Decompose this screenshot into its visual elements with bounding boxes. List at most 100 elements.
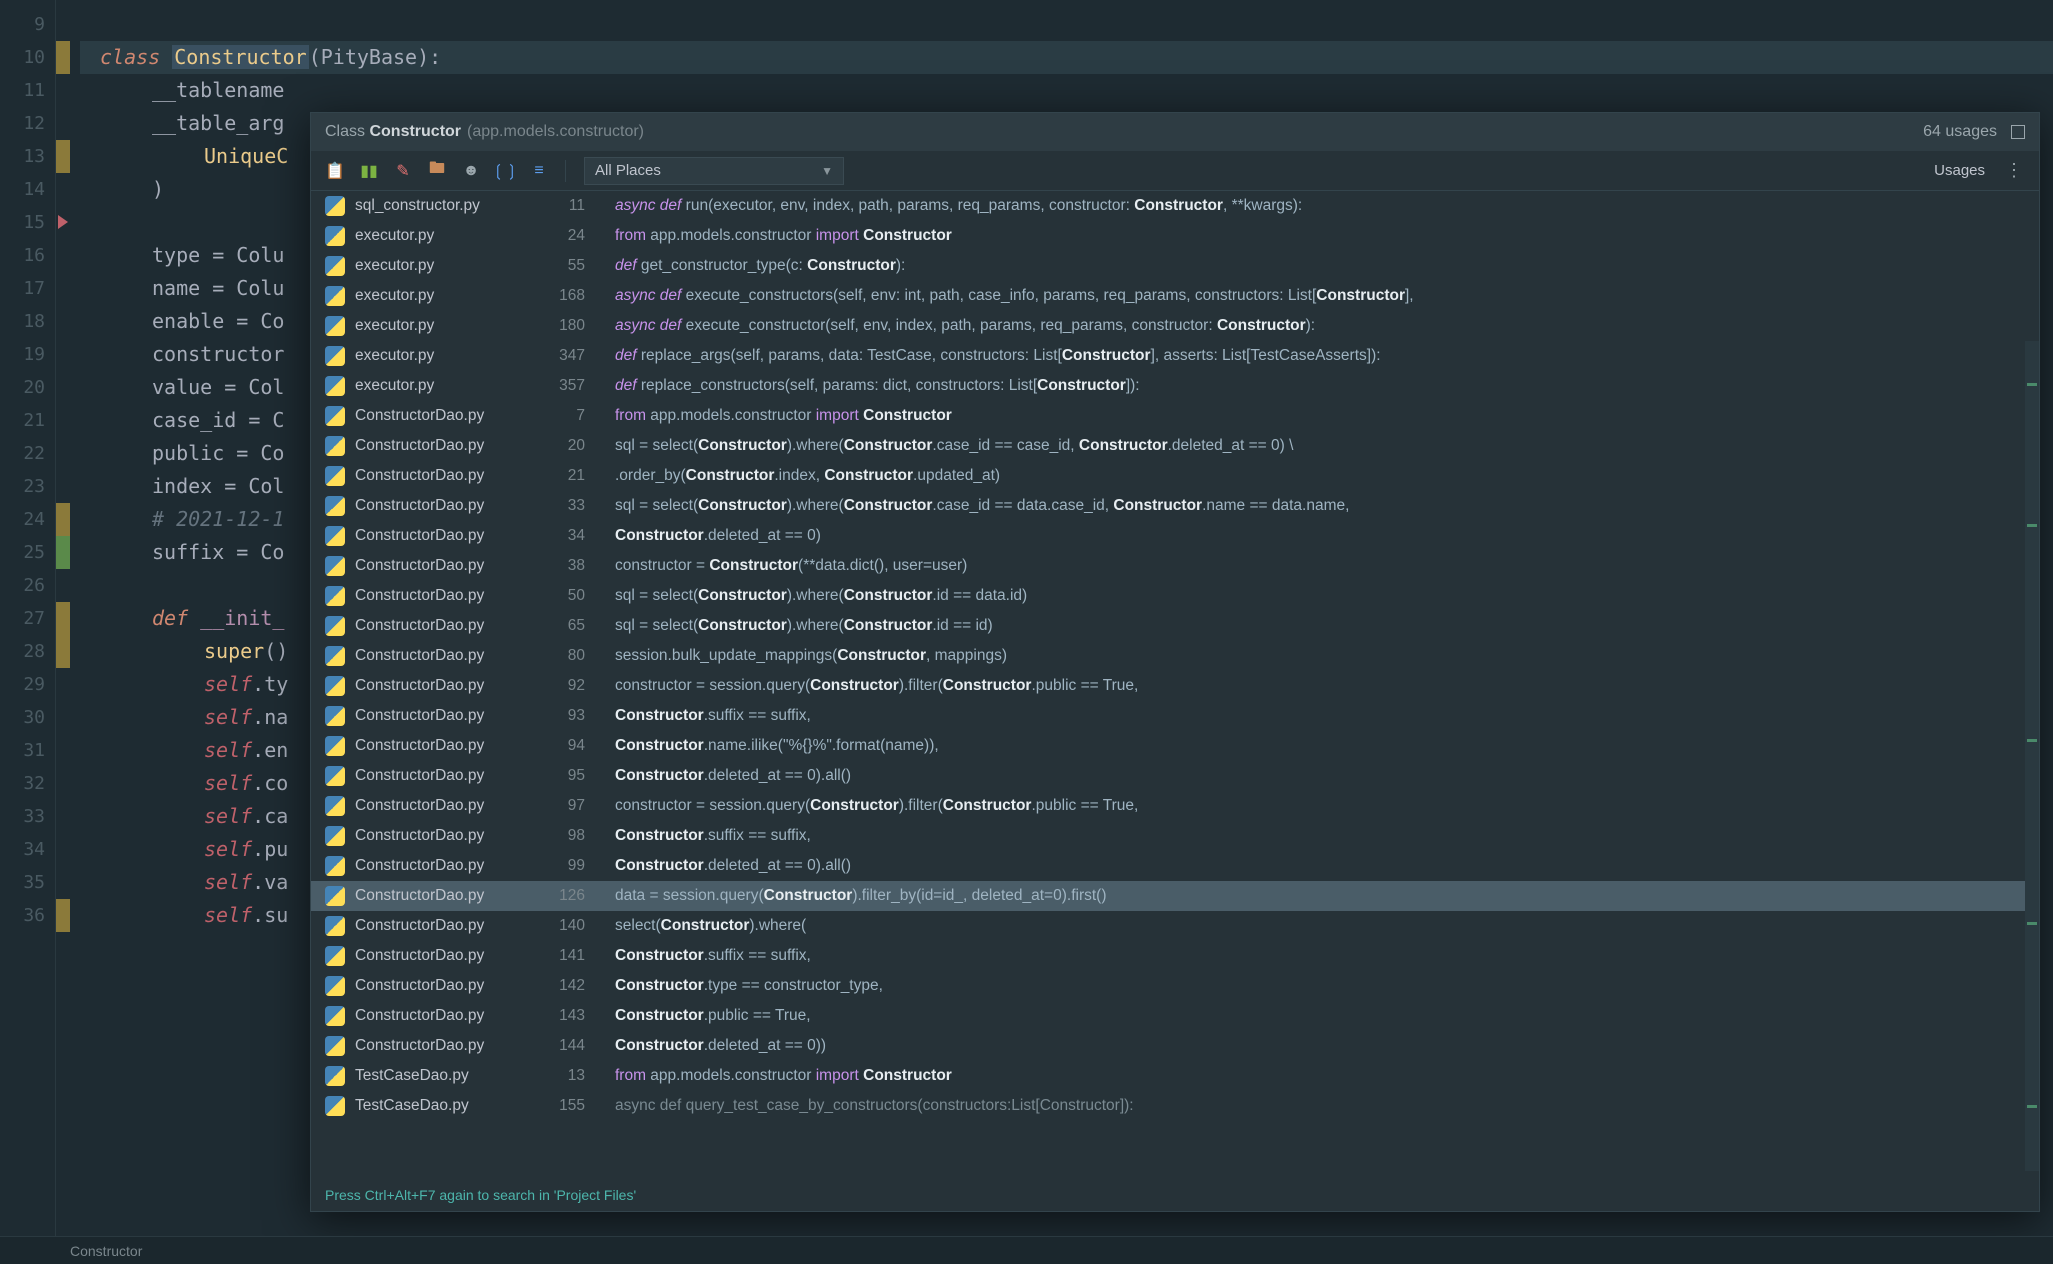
- usage-result-row[interactable]: ConstructorDao.py38constructor = Constru…: [311, 551, 2039, 581]
- gutter-change-marker: [56, 635, 70, 668]
- usage-result-row[interactable]: ConstructorDao.py141Constructor.suffix =…: [311, 941, 2039, 971]
- result-line-number: 7: [555, 407, 615, 425]
- usage-result-row[interactable]: ConstructorDao.py7from app.models.constr…: [311, 401, 2039, 431]
- gutter-line-number: 26: [0, 569, 45, 602]
- usages-tab-label[interactable]: Usages: [1934, 162, 1985, 179]
- usage-result-row[interactable]: ConstructorDao.py144Constructor.deleted_…: [311, 1031, 2039, 1061]
- maximize-icon[interactable]: [2011, 125, 2025, 139]
- result-line-number: 347: [555, 347, 615, 365]
- find-usages-popup: Class Constructor (app.models.constructo…: [310, 112, 2040, 1212]
- usage-result-row[interactable]: ConstructorDao.py93Constructor.suffix ==…: [311, 701, 2039, 731]
- results-scrollbar-stripe[interactable]: [2025, 341, 2039, 1171]
- popup-header: Class Constructor (app.models.constructo…: [311, 113, 2039, 151]
- breadcrumb[interactable]: Constructor: [70, 1243, 142, 1259]
- gutter-line-number: 25: [0, 536, 45, 569]
- usage-result-row[interactable]: ConstructorDao.py92constructor = session…: [311, 671, 2039, 701]
- lines-icon[interactable]: ≡: [523, 157, 555, 185]
- usage-result-row[interactable]: executor.py24from app.models.constructor…: [311, 221, 2039, 251]
- result-code-snippet: .order_by(Constructor.index, Constructor…: [615, 467, 2039, 485]
- result-code-snippet: constructor = Constructor(**data.dict(),…: [615, 557, 2039, 575]
- gutter-line-number: 34: [0, 833, 45, 866]
- python-file-icon: [325, 706, 345, 726]
- result-file-name: ConstructorDao.py: [355, 677, 555, 695]
- result-line-number: 20: [555, 437, 615, 455]
- usage-result-row[interactable]: ConstructorDao.py94Constructor.name.ilik…: [311, 731, 2039, 761]
- usage-result-row[interactable]: ConstructorDao.py21.order_by(Constructor…: [311, 461, 2039, 491]
- python-file-icon: [325, 466, 345, 486]
- result-code-snippet: Constructor.deleted_at == 0)): [615, 1037, 2039, 1055]
- result-line-number: 11: [555, 197, 615, 215]
- result-line-number: 144: [555, 1037, 615, 1055]
- gutter-change-marker: [56, 503, 70, 536]
- usage-result-row[interactable]: ConstructorDao.py143Constructor.public =…: [311, 1001, 2039, 1031]
- gutter-line-number: 28: [0, 635, 45, 668]
- book-icon[interactable]: ▮▮: [353, 157, 385, 185]
- code-line[interactable]: [80, 8, 2053, 41]
- python-file-icon: [325, 316, 345, 336]
- result-file-name: ConstructorDao.py: [355, 617, 555, 635]
- usage-result-row[interactable]: ConstructorDao.py33sql = select(Construc…: [311, 491, 2039, 521]
- usages-results-list[interactable]: sql_constructor.py11async def run(execut…: [311, 191, 2039, 1211]
- python-file-icon: [325, 256, 345, 276]
- result-file-name: ConstructorDao.py: [355, 767, 555, 785]
- usage-result-row[interactable]: ConstructorDao.py140select(Constructor).…: [311, 911, 2039, 941]
- usage-result-row[interactable]: TestCaseDao.py13from app.models.construc…: [311, 1061, 2039, 1091]
- usage-result-row[interactable]: sql_constructor.py11async def run(execut…: [311, 191, 2039, 221]
- result-code-snippet: select(Constructor).where(: [615, 917, 2039, 935]
- usage-result-row[interactable]: ConstructorDao.py142Constructor.type == …: [311, 971, 2039, 1001]
- gutter-line-number: 31: [0, 734, 45, 767]
- python-file-icon: [325, 946, 345, 966]
- result-file-name: TestCaseDao.py: [355, 1097, 555, 1115]
- usage-result-row[interactable]: ConstructorDao.py34Constructor.deleted_a…: [311, 521, 2039, 551]
- result-line-number: 95: [555, 767, 615, 785]
- search-hint: Press Ctrl+Alt+F7 again to search in 'Pr…: [325, 1187, 636, 1203]
- gutter-line-number: 13: [0, 140, 45, 173]
- scope-combo[interactable]: All Places ▼: [584, 157, 844, 185]
- gutter-line-number: 11: [0, 74, 45, 107]
- robot-icon[interactable]: ☻: [455, 157, 487, 185]
- result-file-name: ConstructorDao.py: [355, 737, 555, 755]
- code-line[interactable]: __tablename: [80, 74, 2053, 107]
- editor-gutter: 9101112131415161718192021222324252627282…: [0, 0, 56, 1264]
- usage-result-row[interactable]: executor.py55def get_constructor_type(c:…: [311, 251, 2039, 281]
- result-file-name: executor.py: [355, 227, 555, 245]
- usage-result-row[interactable]: ConstructorDao.py50sql = select(Construc…: [311, 581, 2039, 611]
- result-line-number: 80: [555, 647, 615, 665]
- usage-result-row[interactable]: ConstructorDao.py65sql = select(Construc…: [311, 611, 2039, 641]
- usage-result-row[interactable]: executor.py168async def execute_construc…: [311, 281, 2039, 311]
- breakpoint-icon[interactable]: [58, 215, 68, 229]
- result-code-snippet: Constructor.suffix == suffix,: [615, 947, 2039, 965]
- more-icon[interactable]: ⋮: [1999, 160, 2031, 181]
- folder-icon[interactable]: 🖿: [421, 157, 453, 185]
- result-code-snippet: sql = select(Constructor).where(Construc…: [615, 617, 2039, 635]
- usage-result-row[interactable]: executor.py347def replace_args(self, par…: [311, 341, 2039, 371]
- python-file-icon: [325, 1036, 345, 1056]
- popup-title-prefix: Class: [325, 123, 365, 141]
- usage-result-row[interactable]: executor.py357def replace_constructors(s…: [311, 371, 2039, 401]
- usage-result-row[interactable]: TestCaseDao.py155async def query_test_ca…: [311, 1091, 2039, 1121]
- popup-toolbar: 📋▮▮✎🖿☻❲❳≡ All Places ▼ Usages ⋮: [311, 151, 2039, 191]
- pencil-icon[interactable]: ✎: [387, 157, 419, 185]
- result-file-name: TestCaseDao.py: [355, 1067, 555, 1085]
- result-line-number: 94: [555, 737, 615, 755]
- usage-result-row[interactable]: ConstructorDao.py97constructor = session…: [311, 791, 2039, 821]
- result-code-snippet: from app.models.constructor import Const…: [615, 1067, 2039, 1085]
- clipboard-icon[interactable]: 📋: [319, 157, 351, 185]
- result-line-number: 21: [555, 467, 615, 485]
- usage-result-row[interactable]: ConstructorDao.py95Constructor.deleted_a…: [311, 761, 2039, 791]
- usage-result-row[interactable]: ConstructorDao.py20sql = select(Construc…: [311, 431, 2039, 461]
- gutter-line-number: 20: [0, 371, 45, 404]
- usage-result-row[interactable]: executor.py180async def execute_construc…: [311, 311, 2039, 341]
- result-file-name: executor.py: [355, 257, 555, 275]
- python-file-icon: [325, 976, 345, 996]
- code-line[interactable]: class Constructor(PityBase):: [80, 41, 2053, 74]
- usage-result-row[interactable]: ConstructorDao.py99Constructor.deleted_a…: [311, 851, 2039, 881]
- brackets-icon[interactable]: ❲❳: [489, 157, 521, 185]
- result-file-name: ConstructorDao.py: [355, 437, 555, 455]
- python-file-icon: [325, 586, 345, 606]
- usage-result-row[interactable]: ConstructorDao.py126data = session.query…: [311, 881, 2039, 911]
- usage-result-row[interactable]: ConstructorDao.py80session.bulk_update_m…: [311, 641, 2039, 671]
- python-file-icon: [325, 796, 345, 816]
- usage-result-row[interactable]: ConstructorDao.py98Constructor.suffix ==…: [311, 821, 2039, 851]
- result-code-snippet: sql = select(Constructor).where(Construc…: [615, 587, 2039, 605]
